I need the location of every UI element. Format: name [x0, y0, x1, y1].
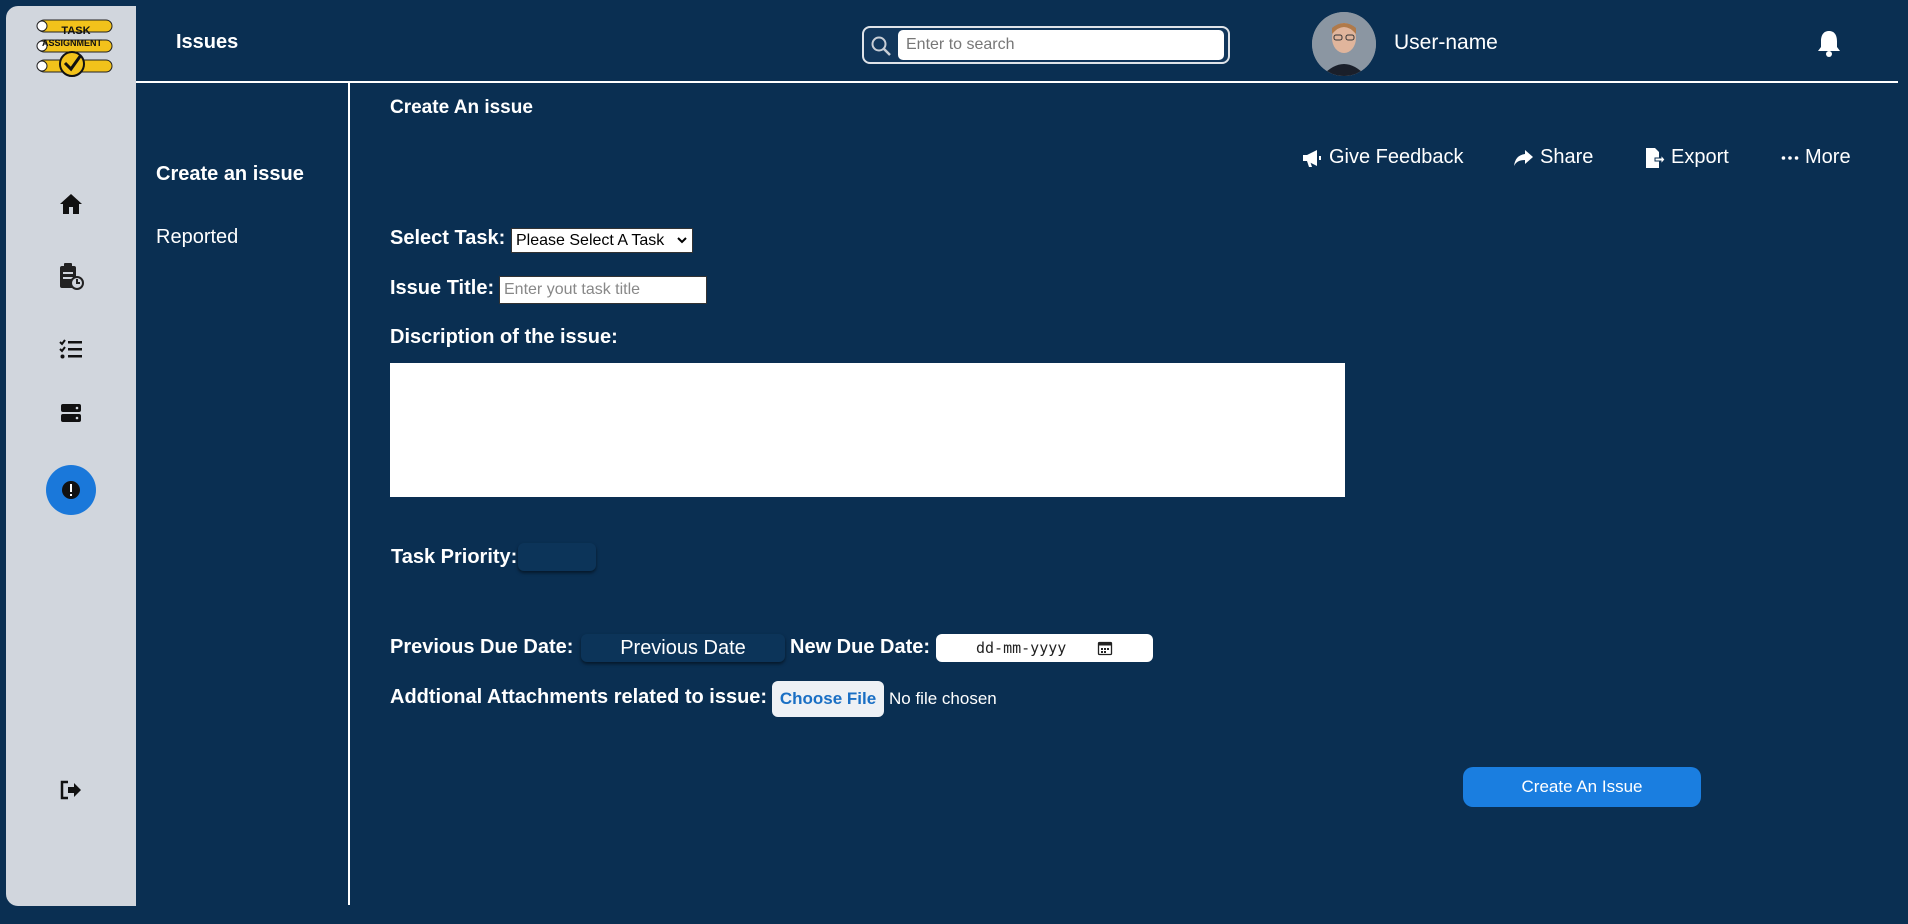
description-textarea[interactable] — [390, 363, 1345, 497]
task-assignment-logo: TASK ASSIGNMENT — [36, 19, 113, 77]
new-due-date-input[interactable]: dd-mm-yyyy — [936, 634, 1153, 662]
calendar-icon[interactable] — [1097, 640, 1113, 656]
issue-title-label: Issue Title: — [390, 277, 495, 299]
header-divider — [136, 81, 1898, 83]
subnav-divider — [348, 83, 350, 905]
task-priority-label: Task Priority: — [391, 546, 518, 568]
task-select[interactable]: Please Select A Task — [511, 228, 693, 253]
search-icon[interactable] — [870, 35, 892, 57]
left-rail: TASK ASSIGNMENT — [6, 6, 136, 906]
section-title: Issues — [176, 31, 239, 53]
create-issue-button[interactable]: Create An Issue — [1463, 767, 1701, 807]
clipboard-icon[interactable] — [51, 256, 91, 296]
export-label: Export — [1671, 146, 1729, 168]
task-list-icon[interactable] — [51, 329, 91, 369]
export-file-icon — [1646, 147, 1665, 168]
export-button[interactable]: Export — [1643, 146, 1729, 169]
username[interactable]: User-name — [1394, 31, 1498, 55]
description-label: Discription of the issue: — [390, 326, 618, 348]
search-bar — [862, 26, 1230, 64]
previous-due-date-label: Previous Due Date: — [390, 636, 574, 658]
logout-icon[interactable] — [51, 770, 91, 810]
give-feedback-label: Give Feedback — [1329, 146, 1464, 168]
subnav-item-create-issue[interactable]: Create an issue — [156, 163, 304, 186]
megaphone-icon — [1303, 149, 1321, 167]
task-select-value: Please Select A Task — [516, 231, 665, 249]
issue-title-input[interactable] — [499, 276, 707, 304]
share-icon — [1514, 149, 1533, 166]
chevron-down-icon — [677, 237, 687, 244]
page-title: Create An issue — [390, 97, 533, 118]
more-button[interactable]: More — [1781, 146, 1851, 169]
select-task-label: Select Task: — [390, 227, 506, 249]
logo-text-2: ASSIGNMENT — [42, 38, 103, 48]
logo-text-1: TASK — [61, 25, 90, 37]
attachments-label: Addtional Attachments related to issue: — [390, 686, 768, 708]
home-icon[interactable] — [51, 184, 91, 224]
new-due-date-label: New Due Date: — [790, 636, 931, 658]
task-priority-field[interactable] — [518, 543, 596, 571]
issue-icon[interactable] — [46, 465, 96, 515]
avatar[interactable] — [1312, 12, 1376, 76]
new-due-date-placeholder: dd-mm-yyyy — [976, 639, 1067, 657]
ellipsis-icon — [1781, 155, 1799, 160]
give-feedback-button[interactable]: Give Feedback — [1301, 146, 1464, 169]
subnav-item-reported[interactable]: Reported — [156, 226, 238, 249]
previous-date-field: Previous Date — [581, 634, 785, 662]
share-label: Share — [1540, 146, 1594, 168]
server-icon[interactable] — [51, 393, 91, 433]
more-label: More — [1805, 146, 1851, 168]
share-button[interactable]: Share — [1512, 146, 1593, 169]
no-file-text: No file chosen — [889, 689, 997, 708]
choose-file-button[interactable]: Choose File — [772, 681, 884, 717]
bell-icon[interactable] — [1815, 28, 1843, 58]
search-input[interactable] — [898, 30, 1224, 60]
